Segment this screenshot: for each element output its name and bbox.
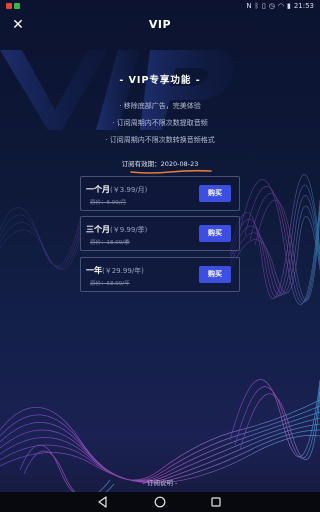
status-right-icons: N ᛒ ▯ ◷ ◠ ▮ 21:53 xyxy=(246,2,314,11)
vip-screen: N ᛒ ▯ ◷ ◠ ▮ 21:53 ✕ VIP - VIP专享功能 - · 移除… xyxy=(0,0,320,512)
plan-card-monthly: 一个月(￥3.99/月) 原价：6.99/月 购买 xyxy=(80,176,240,211)
plan-original-price: 原价：58.99/年 xyxy=(90,281,130,287)
plan-price: (￥3.99/月) xyxy=(110,186,148,194)
feature-list: · 移除底部广告，完美体验 · 订阅周期内不限次数提取音频 · 订阅周期内不限次… xyxy=(0,98,320,149)
plan-card-quarterly: 三个月(￥9.99/季) 原价：18.99/季 购买 xyxy=(80,216,240,251)
buy-button-quarterly[interactable]: 购买 xyxy=(199,225,231,242)
plan-price: (￥9.99/季) xyxy=(110,226,148,234)
plan-name: 三个月 xyxy=(86,225,110,234)
plan-name: 一年 xyxy=(86,266,102,275)
subscription-info-link[interactable]: - 订阅说明 - xyxy=(0,477,320,487)
app-icon xyxy=(14,3,20,9)
battery-icon: ▮ xyxy=(286,2,291,10)
bluetooth-icon: ᛒ xyxy=(254,2,259,10)
plan-original-price: 原价：6.99/月 xyxy=(90,200,127,206)
page-title: VIP xyxy=(148,18,172,31)
buy-button-monthly[interactable]: 购买 xyxy=(199,185,231,202)
status-bar: N ᛒ ▯ ◷ ◠ ▮ 21:53 xyxy=(0,0,320,14)
plan-card-yearly: 一年(￥29.99/年) 原价：58.99/年 购买 xyxy=(80,257,240,292)
vibrate-icon: ▯ xyxy=(261,2,266,10)
plan-price: (￥29.99/年) xyxy=(102,267,144,275)
feature-item: · 订阅周期内不限次数提取音频 xyxy=(112,119,208,127)
status-left-icons xyxy=(6,3,20,9)
back-icon[interactable] xyxy=(96,495,110,509)
alarm-icon: ◷ xyxy=(268,2,275,10)
home-icon[interactable] xyxy=(153,495,167,509)
vip-features-heading: - VIP专享功能 - xyxy=(119,75,201,86)
nfc-icon: N xyxy=(246,2,252,10)
buy-button-yearly[interactable]: 购买 xyxy=(199,266,231,283)
top-bar: ✕ VIP xyxy=(0,14,320,38)
wifi-icon: ◠ xyxy=(277,2,284,10)
app-icon xyxy=(6,3,12,9)
feature-item: · 订阅周期内不限次数转换音频格式 xyxy=(105,136,215,144)
annotation-underline xyxy=(130,169,212,174)
navigation-bar xyxy=(0,492,320,512)
status-time: 21:53 xyxy=(293,2,314,10)
plan-original-price: 原价：18.99/季 xyxy=(90,240,130,246)
subscription-expiry: 订阅有效期：2020-08-23 xyxy=(121,160,199,168)
feature-item: · 移除底部广告，完美体验 xyxy=(119,102,201,110)
recents-icon[interactable] xyxy=(209,495,223,509)
plan-name: 一个月 xyxy=(86,185,110,194)
